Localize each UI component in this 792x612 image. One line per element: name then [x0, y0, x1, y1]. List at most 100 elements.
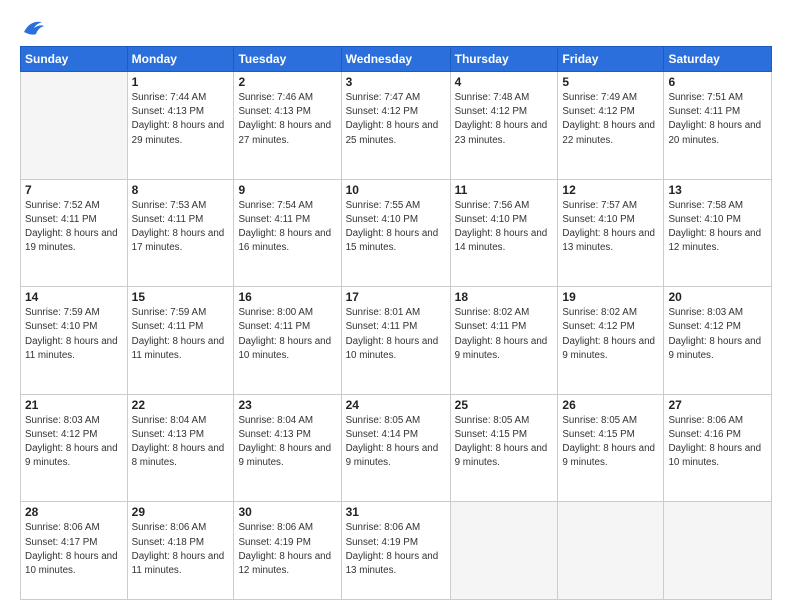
day-info: Sunrise: 8:06 AMSunset: 4:16 PMDaylight:…	[668, 414, 767, 471]
day-number: 3	[346, 75, 446, 89]
day-number: 18	[455, 290, 554, 304]
day-info: Sunrise: 7:51 AMSunset: 4:11 PMDaylight:…	[668, 91, 767, 148]
page: SundayMondayTuesdayWednesdayThursdayFrid…	[0, 0, 792, 612]
calendar-cell: 12 Sunrise: 7:57 AMSunset: 4:10 PMDayligh…	[558, 179, 664, 287]
weekday-header-tuesday: Tuesday	[234, 47, 341, 72]
calendar-cell	[664, 502, 772, 600]
weekday-header-monday: Monday	[127, 47, 234, 72]
calendar-cell: 22 Sunrise: 8:04 AMSunset: 4:13 PMDayligh…	[127, 394, 234, 502]
day-info: Sunrise: 8:06 AMSunset: 4:19 PMDaylight:…	[346, 521, 446, 578]
day-number: 5	[562, 75, 659, 89]
weekday-header-sunday: Sunday	[21, 47, 128, 72]
day-info: Sunrise: 7:49 AMSunset: 4:12 PMDaylight:…	[562, 91, 659, 148]
calendar-cell: 31 Sunrise: 8:06 AMSunset: 4:19 PMDayligh…	[341, 502, 450, 600]
calendar-week-row: 21Sunrise: 8:03 AMSunset: 4:12 PMDayligh…	[21, 394, 772, 502]
calendar-cell: 19Sunrise: 8:02 AMSunset: 4:12 PMDayligh…	[558, 287, 664, 395]
calendar-cell: 8Sunrise: 7:53 AMSunset: 4:11 PMDaylight…	[127, 179, 234, 287]
header	[20, 18, 772, 36]
logo	[20, 18, 44, 36]
day-info: Sunrise: 7:46 AMSunset: 4:13 PMDaylight:…	[238, 91, 336, 148]
calendar-cell: 6 Sunrise: 7:51 AMSunset: 4:11 PMDaylight…	[664, 72, 772, 180]
calendar-cell: 11Sunrise: 7:56 AMSunset: 4:10 PMDayligh…	[450, 179, 558, 287]
day-number: 2	[238, 75, 336, 89]
day-info: Sunrise: 8:02 AMSunset: 4:12 PMDaylight:…	[562, 306, 659, 363]
weekday-header-friday: Friday	[558, 47, 664, 72]
day-info: Sunrise: 8:05 AMSunset: 4:15 PMDaylight:…	[562, 414, 659, 471]
calendar-cell: 23 Sunrise: 8:04 AMSunset: 4:13 PMDayligh…	[234, 394, 341, 502]
day-info: Sunrise: 8:00 AMSunset: 4:11 PMDaylight:…	[238, 306, 336, 363]
day-info: Sunrise: 8:05 AMSunset: 4:14 PMDaylight:…	[346, 414, 446, 471]
day-info: Sunrise: 7:47 AMSunset: 4:12 PMDaylight:…	[346, 91, 446, 148]
day-info: Sunrise: 8:04 AMSunset: 4:13 PMDaylight:…	[132, 414, 230, 471]
day-number: 6	[668, 75, 767, 89]
calendar-cell	[21, 72, 128, 180]
day-number: 7	[25, 183, 123, 197]
calendar-cell: 27Sunrise: 8:06 AMSunset: 4:16 PMDayligh…	[664, 394, 772, 502]
calendar-cell: 24Sunrise: 8:05 AMSunset: 4:14 PMDayligh…	[341, 394, 450, 502]
calendar-cell: 1 Sunrise: 7:44 AMSunset: 4:13 PMDaylight…	[127, 72, 234, 180]
calendar-cell: 25 Sunrise: 8:05 AMSunset: 4:15 PMDayligh…	[450, 394, 558, 502]
day-info: Sunrise: 8:01 AMSunset: 4:11 PMDaylight:…	[346, 306, 446, 363]
weekday-header-thursday: Thursday	[450, 47, 558, 72]
calendar-cell: 20 Sunrise: 8:03 AMSunset: 4:12 PMDayligh…	[664, 287, 772, 395]
logo-bird-icon	[22, 18, 44, 36]
day-number: 14	[25, 290, 123, 304]
calendar-cell: 29 Sunrise: 8:06 AMSunset: 4:18 PMDayligh…	[127, 502, 234, 600]
calendar-cell: 10Sunrise: 7:55 AMSunset: 4:10 PMDayligh…	[341, 179, 450, 287]
day-number: 16	[238, 290, 336, 304]
weekday-header-wednesday: Wednesday	[341, 47, 450, 72]
calendar-cell: 28 Sunrise: 8:06 AMSunset: 4:17 PMDayligh…	[21, 502, 128, 600]
calendar-cell: 7 Sunrise: 7:52 AMSunset: 4:11 PMDaylight…	[21, 179, 128, 287]
calendar-week-row: 14 Sunrise: 7:59 AMSunset: 4:10 PMDayligh…	[21, 287, 772, 395]
day-number: 8	[132, 183, 230, 197]
calendar-cell: 13Sunrise: 7:58 AMSunset: 4:10 PMDayligh…	[664, 179, 772, 287]
calendar-cell: 16 Sunrise: 8:00 AMSunset: 4:11 PMDayligh…	[234, 287, 341, 395]
calendar-cell: 18Sunrise: 8:02 AMSunset: 4:11 PMDayligh…	[450, 287, 558, 395]
day-number: 29	[132, 505, 230, 519]
calendar-cell: 4 Sunrise: 7:48 AMSunset: 4:12 PMDaylight…	[450, 72, 558, 180]
calendar-cell	[558, 502, 664, 600]
calendar-cell: 21Sunrise: 8:03 AMSunset: 4:12 PMDayligh…	[21, 394, 128, 502]
calendar-cell: 15Sunrise: 7:59 AMSunset: 4:11 PMDayligh…	[127, 287, 234, 395]
day-number: 1	[132, 75, 230, 89]
day-info: Sunrise: 8:06 AMSunset: 4:18 PMDaylight:…	[132, 521, 230, 578]
day-number: 25	[455, 398, 554, 412]
day-info: Sunrise: 7:57 AMSunset: 4:10 PMDaylight:…	[562, 199, 659, 256]
day-info: Sunrise: 8:03 AMSunset: 4:12 PMDaylight:…	[668, 306, 767, 363]
day-number: 30	[238, 505, 336, 519]
day-info: Sunrise: 7:56 AMSunset: 4:10 PMDaylight:…	[455, 199, 554, 256]
day-number: 21	[25, 398, 123, 412]
day-number: 17	[346, 290, 446, 304]
calendar-cell	[450, 502, 558, 600]
calendar-week-row: 7 Sunrise: 7:52 AMSunset: 4:11 PMDaylight…	[21, 179, 772, 287]
day-info: Sunrise: 8:06 AMSunset: 4:17 PMDaylight:…	[25, 521, 123, 578]
day-info: Sunrise: 7:48 AMSunset: 4:12 PMDaylight:…	[455, 91, 554, 148]
day-number: 22	[132, 398, 230, 412]
day-number: 20	[668, 290, 767, 304]
day-number: 9	[238, 183, 336, 197]
day-number: 28	[25, 505, 123, 519]
calendar-table: SundayMondayTuesdayWednesdayThursdayFrid…	[20, 46, 772, 600]
day-info: Sunrise: 7:59 AMSunset: 4:10 PMDaylight:…	[25, 306, 123, 363]
day-info: Sunrise: 7:44 AMSunset: 4:13 PMDaylight:…	[132, 91, 230, 148]
day-info: Sunrise: 8:05 AMSunset: 4:15 PMDaylight:…	[455, 414, 554, 471]
calendar-cell: 14 Sunrise: 7:59 AMSunset: 4:10 PMDayligh…	[21, 287, 128, 395]
day-number: 4	[455, 75, 554, 89]
day-info: Sunrise: 7:52 AMSunset: 4:11 PMDaylight:…	[25, 199, 123, 256]
calendar-week-row: 28 Sunrise: 8:06 AMSunset: 4:17 PMDayligh…	[21, 502, 772, 600]
day-number: 12	[562, 183, 659, 197]
day-number: 23	[238, 398, 336, 412]
day-info: Sunrise: 7:58 AMSunset: 4:10 PMDaylight:…	[668, 199, 767, 256]
calendar-cell: 2 Sunrise: 7:46 AMSunset: 4:13 PMDaylight…	[234, 72, 341, 180]
day-info: Sunrise: 7:55 AMSunset: 4:10 PMDaylight:…	[346, 199, 446, 256]
calendar-cell: 30 Sunrise: 8:06 AMSunset: 4:19 PMDayligh…	[234, 502, 341, 600]
calendar-cell: 5 Sunrise: 7:49 AMSunset: 4:12 PMDaylight…	[558, 72, 664, 180]
day-info: Sunrise: 8:06 AMSunset: 4:19 PMDaylight:…	[238, 521, 336, 578]
calendar-cell: 17 Sunrise: 8:01 AMSunset: 4:11 PMDayligh…	[341, 287, 450, 395]
calendar-cell: 3 Sunrise: 7:47 AMSunset: 4:12 PMDaylight…	[341, 72, 450, 180]
day-number: 15	[132, 290, 230, 304]
weekday-header-row: SundayMondayTuesdayWednesdayThursdayFrid…	[21, 47, 772, 72]
day-number: 31	[346, 505, 446, 519]
calendar-cell: 26Sunrise: 8:05 AMSunset: 4:15 PMDayligh…	[558, 394, 664, 502]
day-info: Sunrise: 8:04 AMSunset: 4:13 PMDaylight:…	[238, 414, 336, 471]
